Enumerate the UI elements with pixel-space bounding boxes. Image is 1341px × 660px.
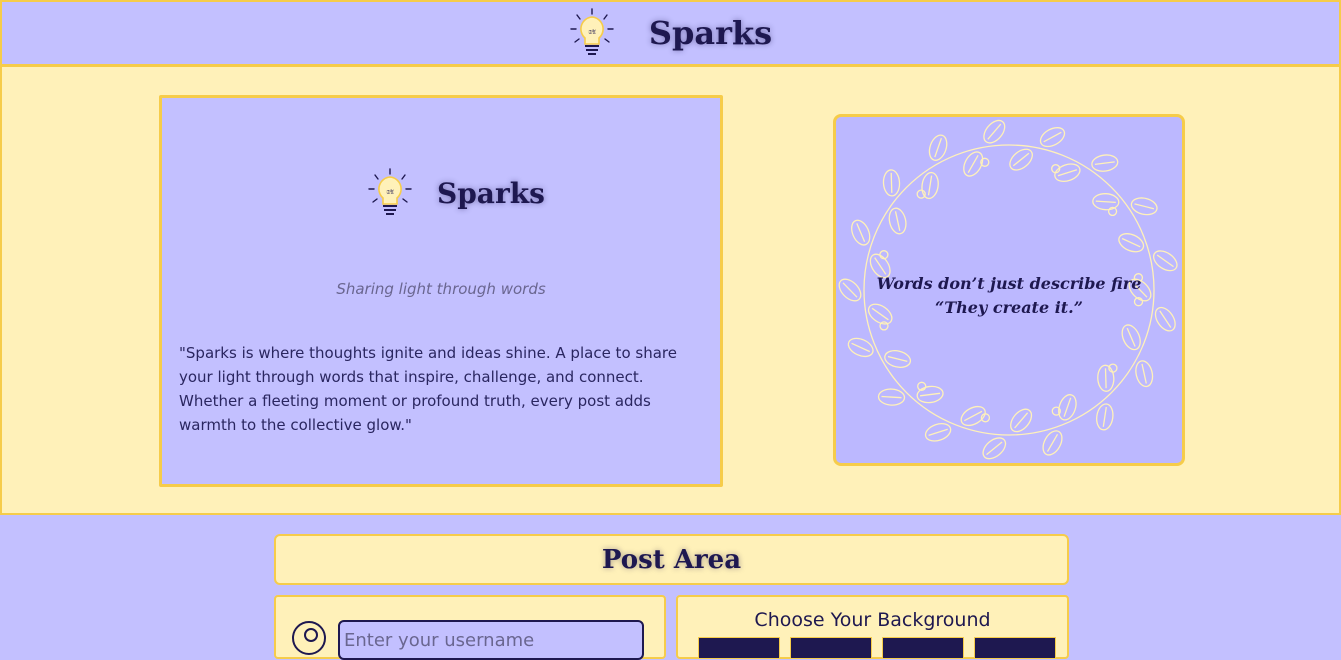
hero-section: 𝔖𝔄 Sparks Sharing light through words "S… — [0, 65, 1341, 515]
post-area-header: Post Area — [274, 534, 1069, 585]
user-avatar-icon — [292, 621, 326, 655]
username-panel — [274, 595, 666, 660]
about-text: "Sparks is where thoughts ignite and ide… — [179, 344, 677, 434]
background-swatch[interactable] — [698, 637, 780, 659]
quote-line-1: Words don’t just describe fire — [876, 274, 1142, 293]
quote-text: Words don’t just describe fire “They cre… — [876, 272, 1142, 320]
background-swatch[interactable] — [882, 637, 964, 659]
post-area-title: Post Area — [601, 544, 742, 575]
tagline: Sharing light through words — [336, 280, 546, 298]
site-header: 𝔖𝔄 Sparks — [0, 0, 1341, 67]
quote-line-2: “They create it.” — [935, 298, 1083, 317]
header-logo[interactable]: 𝔖𝔄 Sparks — [569, 8, 772, 58]
intro-logo: 𝔖𝔄 Sparks — [367, 168, 545, 218]
intro-card: 𝔖𝔄 Sparks Sharing light through words "S… — [159, 95, 723, 487]
intro-brand: Sparks — [437, 176, 545, 210]
svg-text:𝔖𝔄: 𝔖𝔄 — [588, 30, 596, 36]
username-input[interactable] — [338, 620, 644, 660]
lightbulb-icon: 𝔖𝔄 — [368, 168, 412, 215]
background-swatch[interactable] — [974, 637, 1056, 659]
background-swatch[interactable] — [790, 637, 872, 659]
quote-card: Words don’t just describe fire “They cre… — [833, 114, 1185, 466]
background-swatches — [698, 637, 1056, 659]
svg-text:𝔖𝔄: 𝔖𝔄 — [386, 190, 394, 196]
background-picker-title: Choose Your Background — [754, 609, 991, 631]
site-brand: Sparks — [648, 14, 773, 52]
background-picker-panel: Choose Your Background — [676, 595, 1069, 659]
lightbulb-icon: 𝔖𝔄 — [570, 8, 614, 55]
